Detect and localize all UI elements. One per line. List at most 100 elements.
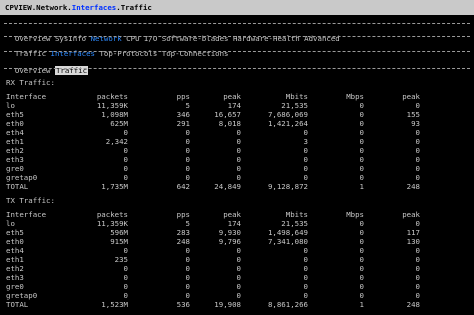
divider bbox=[4, 23, 470, 24]
table-cell: 0 bbox=[415, 146, 420, 155]
table-cell: 0 bbox=[123, 173, 128, 182]
table-cell: 0 bbox=[236, 282, 241, 291]
table-cell: 0 bbox=[236, 291, 241, 300]
table-cell: 0 bbox=[236, 155, 241, 164]
column-header: Interface bbox=[6, 92, 47, 101]
table-cell: 24,849 bbox=[214, 182, 241, 191]
table-cell: 0 bbox=[359, 173, 364, 182]
interface-name: eth1 bbox=[6, 255, 24, 264]
table-row: eth2 0 0 0 0 0 0 bbox=[6, 146, 420, 155]
table-cell: 0 bbox=[359, 237, 364, 246]
table-row: eth4 0 0 0 0 0 0 bbox=[6, 246, 420, 255]
table-cell: 642 bbox=[176, 182, 190, 191]
table-row: eth1 2,342 0 0 3 0 0 bbox=[6, 137, 420, 146]
table-cell: 0 bbox=[236, 164, 241, 173]
table-cell: 93 bbox=[411, 119, 420, 128]
table-row: lo 11,359K 5 174 21,535 0 0 bbox=[6, 219, 420, 228]
table-cell: 0 bbox=[236, 173, 241, 182]
table-row: eth0 625M 291 8,018 1,421,264 0 93 bbox=[6, 119, 420, 128]
table-cell: 0 bbox=[303, 255, 308, 264]
interface-name: TOTAL bbox=[6, 300, 29, 309]
table-cell: 5 bbox=[185, 219, 190, 228]
table-cell: 0 bbox=[359, 246, 364, 255]
table-row: TOTAL 1,523M 536 19,908 8,861,266 1 248 bbox=[6, 300, 420, 309]
table-cell: 7,341,080 bbox=[267, 237, 308, 246]
table-cell: 0 bbox=[359, 228, 364, 237]
column-header: Mbps bbox=[346, 92, 364, 101]
tx-traffic-table: Interface packets pps peak Mbits Mbps peak lo 11… bbox=[6, 210, 420, 309]
table-cell: 0 bbox=[303, 273, 308, 282]
table-cell: 0 bbox=[185, 155, 190, 164]
table-cell: 248 bbox=[406, 182, 420, 191]
table-cell: 0 bbox=[236, 255, 241, 264]
table-cell: 0 bbox=[303, 146, 308, 155]
table-cell: 0 bbox=[123, 146, 128, 155]
table-cell: 0 bbox=[123, 128, 128, 137]
table-cell: 0 bbox=[185, 282, 190, 291]
table-cell: 0 bbox=[303, 173, 308, 182]
interface-name: eth5 bbox=[6, 228, 24, 237]
interface-name: eth2 bbox=[6, 264, 24, 273]
table-cell: 0 bbox=[415, 164, 420, 173]
table-cell: 130 bbox=[406, 237, 420, 246]
table-cell: 0 bbox=[359, 219, 364, 228]
table-cell: 1,098M bbox=[101, 110, 128, 119]
table-cell: 0 bbox=[123, 264, 128, 273]
table-row: eth3 0 0 0 0 0 0 bbox=[6, 273, 420, 282]
table-cell: 0 bbox=[236, 264, 241, 273]
table-cell: 5 bbox=[185, 101, 190, 110]
table-row: gretap0 0 0 0 0 0 0 bbox=[6, 173, 420, 182]
table-row: gre0 0 0 0 0 0 0 bbox=[6, 164, 420, 173]
table-cell: 2,342 bbox=[105, 137, 128, 146]
table-cell: 291 bbox=[176, 119, 190, 128]
table-row: gre0 0 0 0 0 0 0 bbox=[6, 282, 420, 291]
table-cell: 21,535 bbox=[281, 101, 308, 110]
table-cell: 0 bbox=[359, 155, 364, 164]
table-cell: 0 bbox=[359, 146, 364, 155]
table-cell: 0 bbox=[185, 164, 190, 173]
interface-name: lo bbox=[6, 101, 15, 110]
table-header-row: Interface packets pps peak Mbits Mbps peak bbox=[6, 92, 420, 101]
table-cell: 0 bbox=[236, 128, 241, 137]
table-cell: 248 bbox=[406, 300, 420, 309]
interface-name: gre0 bbox=[6, 282, 24, 291]
table-cell: 0 bbox=[303, 128, 308, 137]
table-cell: 9,930 bbox=[218, 228, 241, 237]
table-cell: 0 bbox=[123, 155, 128, 164]
table-cell: 915M bbox=[110, 237, 128, 246]
table-cell: 0 bbox=[415, 291, 420, 300]
table-cell: 0 bbox=[303, 282, 308, 291]
interface-name: gre0 bbox=[6, 164, 24, 173]
table-cell: 0 bbox=[415, 282, 420, 291]
table-cell: 0 bbox=[415, 137, 420, 146]
table-cell: 11,359K bbox=[96, 219, 128, 228]
table-cell: 0 bbox=[359, 291, 364, 300]
table-cell: 1,421,264 bbox=[267, 119, 308, 128]
table-row: eth3 0 0 0 0 0 0 bbox=[6, 155, 420, 164]
table-row: eth1 235 0 0 0 0 0 bbox=[6, 255, 420, 264]
table-row: TOTAL 1,735M 642 24,849 9,128,872 1 248 bbox=[6, 182, 420, 191]
table-cell: 0 bbox=[359, 273, 364, 282]
table-cell: 1 bbox=[359, 300, 364, 309]
table-cell: 0 bbox=[415, 246, 420, 255]
table-cell: 0 bbox=[185, 255, 190, 264]
table-cell: 0 bbox=[123, 282, 128, 291]
table-cell: 0 bbox=[123, 246, 128, 255]
table-cell: 0 bbox=[185, 246, 190, 255]
interface-name: eth3 bbox=[6, 155, 24, 164]
table-cell: 0 bbox=[415, 264, 420, 273]
interface-name: gretap0 bbox=[6, 291, 38, 300]
table-cell: 0 bbox=[236, 273, 241, 282]
table-cell: 283 bbox=[176, 228, 190, 237]
table-cell: 0 bbox=[236, 146, 241, 155]
table-cell: 1,735M bbox=[101, 182, 128, 191]
network-submenu[interactable]: Traffic Interfaces Top-Protocols Top-Con… bbox=[6, 40, 229, 58]
table-cell: 346 bbox=[176, 110, 190, 119]
table-cell: 0 bbox=[359, 264, 364, 273]
interface-name: TOTAL bbox=[6, 182, 29, 191]
table-row: eth2 0 0 0 0 0 0 bbox=[6, 264, 420, 273]
table-cell: 0 bbox=[236, 137, 241, 146]
interfaces-submenu[interactable]: Overview Traffic bbox=[6, 57, 89, 75]
table-cell: 19,908 bbox=[214, 300, 241, 309]
interface-name: eth1 bbox=[6, 137, 24, 146]
